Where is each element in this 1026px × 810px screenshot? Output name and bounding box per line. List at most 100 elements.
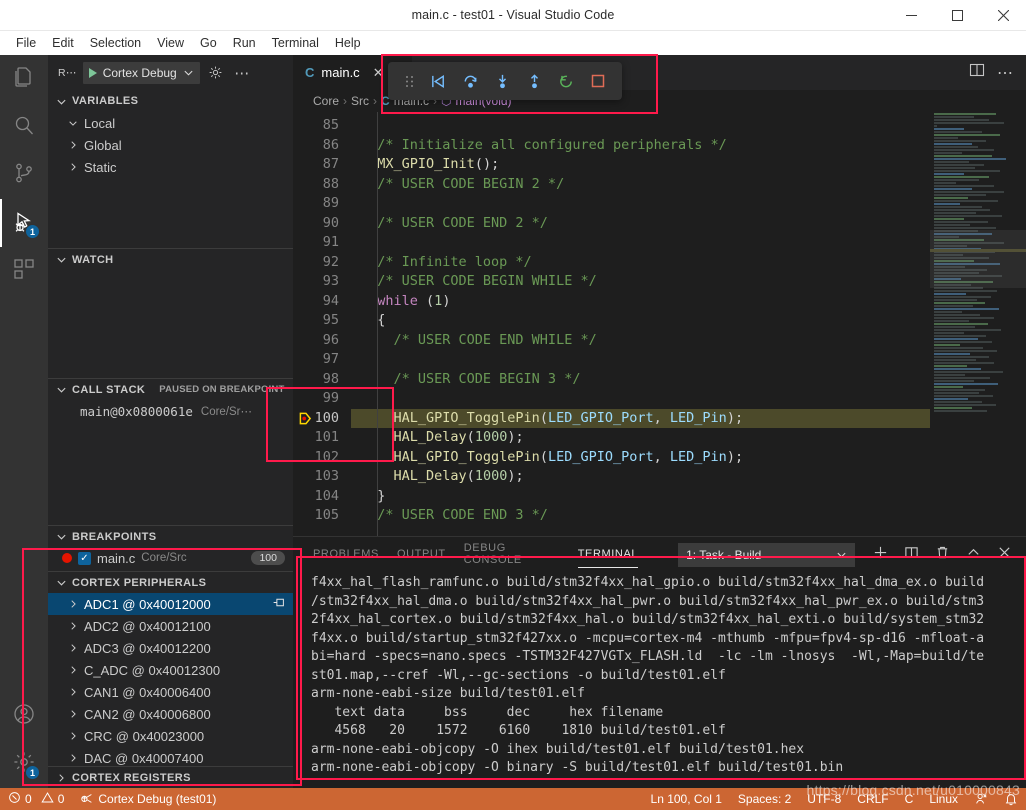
tab-terminal[interactable]: TERMINAL bbox=[577, 548, 639, 568]
peripheral-row-can2[interactable]: CAN2 @ 0x40006800 bbox=[48, 703, 293, 725]
tree-row[interactable]: Local bbox=[48, 112, 293, 134]
continue-icon[interactable] bbox=[422, 73, 454, 90]
code-line[interactable]: HAL_Delay(1000); bbox=[351, 428, 930, 448]
sidebar-more-actions[interactable]: ⋯ bbox=[232, 62, 252, 84]
registers-title[interactable]: CORTEX REGISTERS bbox=[48, 766, 293, 788]
activity-settings[interactable]: 1 bbox=[0, 740, 48, 788]
activity-explorer[interactable] bbox=[0, 55, 48, 103]
menu-view[interactable]: View bbox=[149, 31, 192, 55]
status-encoding[interactable]: UTF-8 bbox=[799, 792, 849, 806]
line-number[interactable]: 93 bbox=[293, 272, 351, 292]
code-line[interactable]: { bbox=[351, 311, 930, 331]
minimap-viewport-slider[interactable] bbox=[930, 230, 1026, 288]
stop-icon[interactable] bbox=[582, 73, 614, 89]
breadcrumb-core[interactable]: Core bbox=[313, 94, 339, 108]
tree-row[interactable]: Static bbox=[48, 156, 293, 178]
line-number[interactable]: 92 bbox=[293, 253, 351, 273]
code-line[interactable]: while (1) bbox=[351, 292, 930, 312]
close-panel-icon[interactable] bbox=[997, 545, 1012, 565]
code-line[interactable] bbox=[351, 233, 930, 253]
code-line[interactable] bbox=[351, 116, 930, 136]
tree-row[interactable]: Global bbox=[48, 134, 293, 156]
code-line[interactable]: /* USER CODE BEGIN 2 */ bbox=[351, 175, 930, 195]
breakpoint-checkbox[interactable]: ✓ bbox=[78, 551, 91, 565]
line-number[interactable]: 86 bbox=[293, 136, 351, 156]
open-launch-json-gear-icon[interactable] bbox=[206, 62, 226, 84]
line-number[interactable]: 105 bbox=[293, 506, 351, 526]
restart-icon[interactable] bbox=[550, 73, 582, 90]
status-live-share-icon[interactable] bbox=[966, 792, 996, 806]
breakpoint-current-arrow-icon[interactable] bbox=[299, 412, 312, 425]
status-language-mode[interactable]: C bbox=[897, 792, 922, 806]
line-number[interactable]: 104 bbox=[293, 487, 351, 507]
peripheral-row-adc1[interactable]: ADC1 @ 0x40012000 bbox=[48, 593, 293, 615]
maximize-icon[interactable] bbox=[934, 0, 980, 30]
activity-accounts[interactable] bbox=[0, 692, 48, 740]
menu-file[interactable]: File bbox=[8, 31, 44, 55]
line-number[interactable]: 99 bbox=[293, 389, 351, 409]
menu-edit[interactable]: Edit bbox=[44, 31, 82, 55]
split-editor-icon[interactable] bbox=[969, 62, 985, 83]
line-number[interactable]: 101 bbox=[293, 428, 351, 448]
status-remote[interactable]: Linux bbox=[921, 792, 966, 806]
peripheral-row-crc[interactable]: CRC @ 0x40023000 bbox=[48, 725, 293, 747]
code-lines[interactable]: /* Initialize all configured peripherals… bbox=[351, 112, 930, 536]
breakpoint-row[interactable]: ✓ main.c Core/Src 100 bbox=[48, 547, 293, 569]
terminal-output[interactable]: f4xx_hal_flash_ramfunc.o build/stm32f4xx… bbox=[293, 572, 1026, 788]
line-number[interactable]: 103 bbox=[293, 467, 351, 487]
code-line[interactable]: HAL_GPIO_TogglePin(LED_GPIO_Port, LED_Pi… bbox=[351, 408, 930, 428]
line-number[interactable]: 89 bbox=[293, 194, 351, 214]
peripherals-title[interactable]: CORTEX PERIPHERALS bbox=[48, 571, 293, 593]
line-number[interactable]: 97 bbox=[293, 350, 351, 370]
editor-more-actions-icon[interactable]: ⋯ bbox=[997, 63, 1014, 83]
step-over-icon[interactable] bbox=[454, 73, 486, 90]
activity-extensions[interactable] bbox=[0, 247, 48, 295]
peripheral-row-c-adc[interactable]: C_ADC @ 0x40012300 bbox=[48, 659, 293, 681]
variables-title[interactable]: VARIABLES bbox=[48, 90, 293, 112]
tab-problems[interactable]: PROBLEMS bbox=[313, 548, 379, 562]
breadcrumb-src[interactable]: Src bbox=[351, 94, 369, 108]
code-line[interactable]: /* USER CODE END 2 */ bbox=[351, 214, 930, 234]
status-debug-session[interactable]: Cortex Debug (test01) bbox=[72, 788, 224, 810]
code-line[interactable]: /* Initialize all configured peripherals… bbox=[351, 136, 930, 156]
code-line[interactable]: HAL_Delay(1000); bbox=[351, 467, 930, 487]
peripheral-row-adc3[interactable]: ADC3 @ 0x40012200 bbox=[48, 637, 293, 659]
maximize-panel-icon[interactable] bbox=[966, 545, 981, 565]
minimap[interactable] bbox=[930, 112, 1026, 536]
line-number[interactable]: 100 bbox=[293, 409, 351, 429]
menu-terminal[interactable]: Terminal bbox=[264, 31, 327, 55]
new-terminal-icon[interactable] bbox=[873, 545, 888, 565]
menu-help[interactable]: Help bbox=[327, 31, 369, 55]
code-line[interactable]: /* USER CODE BEGIN WHILE */ bbox=[351, 272, 930, 292]
line-number[interactable]: 94 bbox=[293, 292, 351, 312]
minimize-icon[interactable] bbox=[888, 0, 934, 30]
close-icon[interactable] bbox=[980, 0, 1026, 30]
grip-icon[interactable] bbox=[396, 74, 422, 89]
tab-close-icon[interactable]: ✕ bbox=[373, 65, 384, 81]
code-line[interactable]: } bbox=[351, 487, 930, 507]
menu-run[interactable]: Run bbox=[225, 31, 264, 55]
activity-source-control[interactable] bbox=[0, 151, 48, 199]
code-line[interactable]: /* USER CODE BEGIN 3 */ bbox=[351, 370, 930, 390]
peripheral-row-can1[interactable]: CAN1 @ 0x40006400 bbox=[48, 681, 293, 703]
activity-search[interactable] bbox=[0, 103, 48, 151]
status-notifications-icon[interactable] bbox=[996, 792, 1026, 806]
code-editor[interactable]: 85 86 87 88 89 90 91 92 93 94 95 96 97 98 99 100 101 102 1… bbox=[293, 112, 1026, 536]
launch-config-dropdown[interactable]: Cortex Debug bbox=[82, 61, 200, 84]
tab-debug-console[interactable]: DEBUG CONSOLE bbox=[464, 542, 560, 568]
code-line[interactable]: /* USER CODE END WHILE */ bbox=[351, 331, 930, 351]
line-number[interactable]: 90 bbox=[293, 214, 351, 234]
step-into-icon[interactable] bbox=[486, 73, 518, 90]
peripheral-row-dac[interactable]: DAC @ 0x40007400 bbox=[48, 747, 293, 766]
callstack-title[interactable]: CALL STACK PAUSED ON BREAKPOINT bbox=[48, 378, 293, 400]
start-debug-icon[interactable] bbox=[88, 67, 97, 78]
menu-selection[interactable]: Selection bbox=[82, 31, 149, 55]
step-out-icon[interactable] bbox=[518, 73, 550, 90]
status-eol[interactable]: CRLF bbox=[849, 792, 896, 806]
status-problems[interactable]: 0 0 bbox=[0, 788, 72, 810]
line-number[interactable]: 85 bbox=[293, 116, 351, 136]
code-line[interactable] bbox=[351, 350, 930, 370]
code-line[interactable] bbox=[351, 194, 930, 214]
pin-icon[interactable] bbox=[272, 596, 285, 612]
callstack-frame[interactable]: main@0x0800061e Core/Sr⋯ bbox=[48, 400, 293, 422]
